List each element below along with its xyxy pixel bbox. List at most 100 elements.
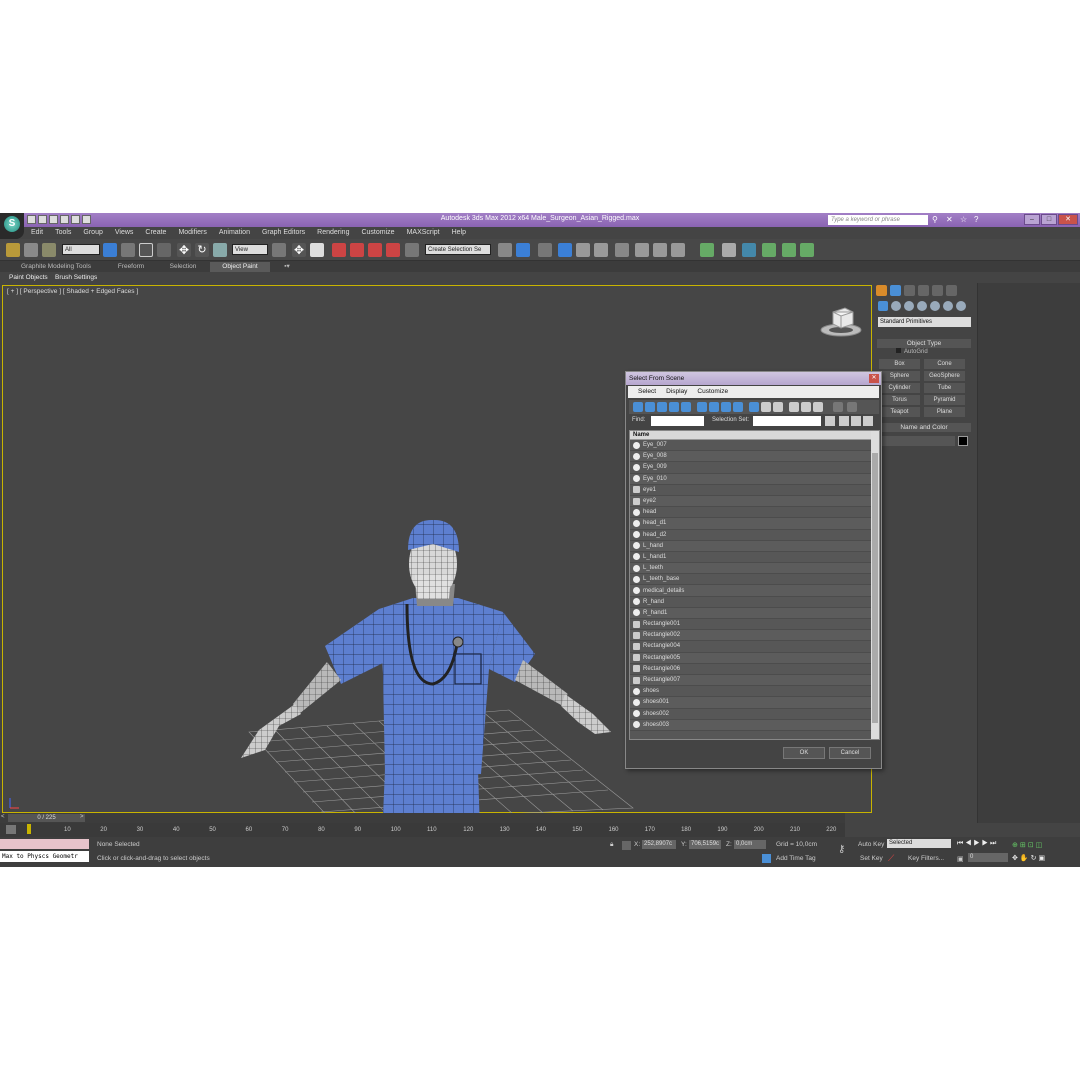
geosphere-button[interactable]: GeoSphere <box>924 371 965 381</box>
list-item[interactable]: Rectangle005 <box>630 652 879 664</box>
motion-tab-icon[interactable] <box>918 285 929 296</box>
spinner-snap-icon[interactable] <box>386 243 400 257</box>
set-key-icon[interactable]: ⟋ <box>888 853 894 864</box>
move-icon[interactable]: ✥ <box>177 243 191 257</box>
dialog-close-button[interactable]: ✕ <box>869 374 879 383</box>
viewport-label[interactable]: [ + ] [ Perspective ] [ Shaded + Edged F… <box>7 288 138 295</box>
selection-set-select[interactable] <box>753 416 821 426</box>
cameras-icon[interactable] <box>917 301 927 311</box>
select-all-icon[interactable] <box>789 402 799 412</box>
select-manipulate-icon[interactable]: ✥ <box>292 243 306 257</box>
cone-button[interactable]: Cone <box>924 359 965 369</box>
time-slider[interactable]: 0 / 225 <box>8 814 85 822</box>
name-column-header[interactable]: Name <box>630 431 879 440</box>
select-none-icon[interactable] <box>801 402 811 412</box>
selection-set-dropdown-icon[interactable] <box>825 416 835 426</box>
display-all-icon[interactable] <box>749 402 759 412</box>
ok-button[interactable]: OK <box>783 747 825 759</box>
tool-d-icon[interactable] <box>762 243 776 257</box>
tube-button[interactable]: Tube <box>924 383 965 393</box>
brush-settings-button[interactable]: Brush Settings <box>55 273 97 283</box>
maxscript-listener-output[interactable] <box>0 839 89 849</box>
menu-maxscript[interactable]: MAXScript <box>407 227 440 239</box>
track-bar[interactable]: 10 20 30 40 50 60 70 80 90 100 110 120 130 140 150 160 1… <box>0 823 845 837</box>
list-item[interactable]: Eye_008 <box>630 451 879 463</box>
name-and-color-rollout[interactable]: Name and Color <box>877 423 971 432</box>
close-button[interactable]: ✕ <box>1058 214 1078 225</box>
viewcube-icon[interactable] <box>819 304 863 340</box>
menu-tools[interactable]: Tools <box>55 227 71 239</box>
search-input[interactable]: Type a keyword or phrase <box>828 215 928 225</box>
display-cameras-icon[interactable] <box>669 402 679 412</box>
rotate-icon[interactable]: ↻ <box>195 243 209 257</box>
list-item[interactable]: head_d1 <box>630 518 879 530</box>
schematic-view-icon[interactable] <box>594 243 608 257</box>
display-lights-icon[interactable] <box>657 402 667 412</box>
list-item[interactable]: Rectangle004 <box>630 641 879 653</box>
autogrid-checkbox[interactable]: AutoGrid <box>896 348 928 355</box>
menu-modifiers[interactable]: Modifiers <box>178 227 206 239</box>
rectangular-selection-icon[interactable] <box>139 243 153 257</box>
utilities-tab-icon[interactable] <box>946 285 957 296</box>
tool-a-icon[interactable] <box>700 243 714 257</box>
window-crossing-icon[interactable] <box>157 243 171 257</box>
modify-tab-icon[interactable] <box>890 285 901 296</box>
object-name-input[interactable] <box>879 436 955 446</box>
list-item[interactable]: Eye_007 <box>630 440 879 452</box>
display-spacewarps-icon[interactable] <box>697 402 707 412</box>
maxscript-mini-listener[interactable]: Max to Physcs Geometr <box>0 851 89 862</box>
time-config-icon[interactable]: ▣ <box>957 855 964 863</box>
space-warps-icon[interactable] <box>943 301 953 311</box>
cancel-button[interactable]: Cancel <box>829 747 871 759</box>
graphite-toggle-icon[interactable] <box>558 243 572 257</box>
select-object-icon[interactable] <box>103 243 117 257</box>
select-by-name-icon[interactable] <box>121 243 135 257</box>
tool-c-icon[interactable] <box>742 243 756 257</box>
list-item[interactable]: Rectangle006 <box>630 664 879 675</box>
cylinder-button[interactable]: Cylinder <box>879 383 920 393</box>
percent-snap-icon[interactable] <box>368 243 382 257</box>
list-item[interactable]: Rectangle007 <box>630 674 879 687</box>
maximize-button[interactable]: □ <box>1041 214 1057 225</box>
tool-f-icon[interactable] <box>800 243 814 257</box>
ribbon-options-icon[interactable]: ▪▾ <box>278 262 296 272</box>
helpers-icon[interactable] <box>930 301 940 311</box>
snaps-toggle-icon[interactable] <box>332 243 346 257</box>
object-color-swatch[interactable] <box>958 436 968 446</box>
display-none-icon[interactable] <box>761 402 771 412</box>
rendered-frame-window-icon[interactable] <box>653 243 667 257</box>
mirror-icon[interactable] <box>498 243 512 257</box>
display-helpers-icon[interactable] <box>681 402 691 412</box>
tab-selection[interactable]: Selection <box>158 262 208 272</box>
list-item[interactable]: shoes001 <box>630 697 879 709</box>
box-button[interactable]: Box <box>879 359 920 369</box>
selection-filter-select[interactable]: All <box>62 244 100 255</box>
hierarchy-tab-icon[interactable] <box>904 285 915 296</box>
list-item[interactable]: Rectangle002 <box>630 630 879 642</box>
app-logo[interactable]: S <box>0 213 24 239</box>
tools-icon[interactable]: ✕ <box>946 215 955 224</box>
sync-selection-icon[interactable] <box>847 402 857 412</box>
menu-views[interactable]: Views <box>115 227 134 239</box>
object-type-rollout[interactable]: Object Type <box>877 339 971 348</box>
unlink-icon[interactable] <box>24 243 38 257</box>
named-selection-set-select[interactable]: Create Selection Se <box>425 244 491 255</box>
key-filters-button[interactable]: Key Filters... <box>908 855 944 862</box>
help-icon[interactable]: ? <box>974 215 983 224</box>
link-icon[interactable] <box>6 243 20 257</box>
x-coordinate-field[interactable]: 252,8907c <box>642 840 676 849</box>
primitive-type-select[interactable]: Standard Primitives <box>878 317 971 327</box>
filter-icon[interactable] <box>833 402 843 412</box>
list-item[interactable]: medical_details <box>630 585 879 597</box>
dialog-menu-select[interactable]: Select <box>638 386 656 398</box>
playback-controls[interactable]: ⏮◀▶▶⏭ <box>957 840 998 848</box>
geometry-icon[interactable] <box>878 301 888 311</box>
angle-snap-icon[interactable] <box>350 243 364 257</box>
list-scrollbar[interactable] <box>871 431 879 739</box>
list-item[interactable]: shoes002 <box>630 709 879 720</box>
tab-object-paint[interactable]: Object Paint <box>210 262 270 272</box>
find-input[interactable] <box>651 416 704 426</box>
remove-from-set-icon[interactable] <box>863 416 873 426</box>
list-item[interactable]: Rectangle001 <box>630 619 879 631</box>
time-tag-icon[interactable] <box>762 854 771 863</box>
